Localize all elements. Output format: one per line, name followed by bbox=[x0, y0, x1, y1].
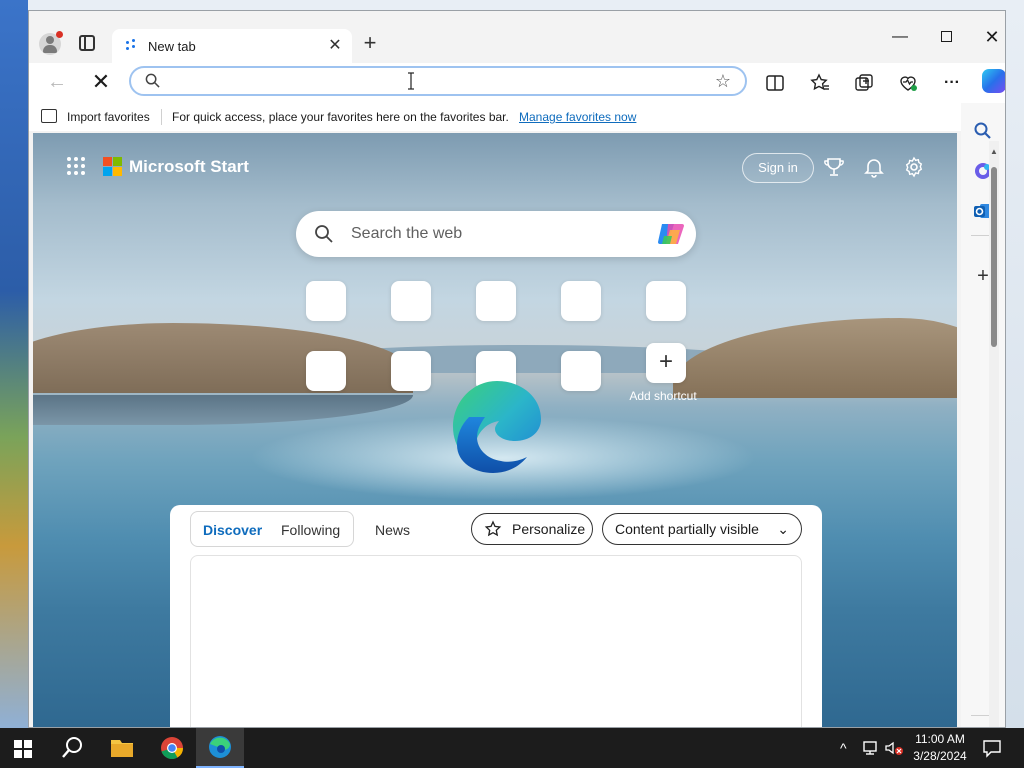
quick-link-tile[interactable] bbox=[306, 281, 346, 321]
close-window-button[interactable]: ✕ bbox=[969, 25, 1005, 49]
quick-link-tile[interactable] bbox=[646, 281, 686, 321]
copilot-icon[interactable] bbox=[982, 69, 1005, 93]
background-shore bbox=[33, 395, 413, 425]
new-tab-button[interactable]: + bbox=[359, 32, 381, 55]
personalize-button[interactable]: Personalize bbox=[471, 513, 593, 545]
search-icon[interactable] bbox=[973, 121, 993, 141]
settings-icon[interactable] bbox=[902, 155, 926, 179]
search-icon bbox=[315, 225, 333, 243]
notification-dot bbox=[56, 31, 63, 38]
quick-link-tile[interactable] bbox=[306, 351, 346, 391]
notifications-icon[interactable] bbox=[982, 738, 1002, 758]
import-favorites-button[interactable]: Import favorites bbox=[67, 110, 150, 124]
microsoft-logo-icon bbox=[103, 157, 123, 177]
text-cursor-icon bbox=[408, 72, 414, 90]
content-visibility-value: Content partially visible bbox=[615, 521, 759, 537]
background-hill-right bbox=[673, 318, 957, 398]
show-hidden-icons-button[interactable]: ^ bbox=[840, 740, 847, 756]
clock-date[interactable]: 3/28/2024 bbox=[905, 749, 975, 763]
stop-loading-button[interactable]: ✕ bbox=[89, 71, 113, 95]
manage-favorites-link[interactable]: Manage favorites now bbox=[519, 110, 636, 124]
background-hill-left bbox=[33, 323, 413, 393]
apps-grid-icon[interactable] bbox=[67, 157, 85, 175]
address-input[interactable] bbox=[171, 71, 691, 91]
edge-logo-icon bbox=[453, 381, 541, 473]
taskbar-search-icon[interactable] bbox=[48, 728, 96, 768]
toolbar: ← ✕ ☆ ··· bbox=[29, 63, 1005, 103]
web-search-box[interactable]: Search the web bbox=[296, 211, 696, 257]
tab-strip: New tab ✕ + — ✕ bbox=[29, 11, 1005, 63]
address-bar[interactable]: ☆ bbox=[129, 66, 747, 96]
volume-muted-icon[interactable] bbox=[884, 740, 904, 756]
search-placeholder: Search the web bbox=[351, 225, 463, 242]
tab-news[interactable]: News bbox=[375, 522, 410, 538]
feed-card-placeholder bbox=[190, 555, 802, 727]
import-favorites-icon[interactable] bbox=[41, 109, 57, 123]
new-tab-favicon-icon bbox=[124, 39, 140, 53]
favorites-icon[interactable] bbox=[808, 71, 832, 95]
browser-essentials-icon[interactable] bbox=[896, 71, 920, 95]
sign-in-button[interactable]: Sign in bbox=[742, 153, 814, 183]
add-favorite-icon[interactable]: ☆ bbox=[715, 71, 731, 91]
maximize-icon bbox=[940, 31, 952, 43]
favorites-bar: Import favorites For quick access, place… bbox=[29, 103, 1005, 131]
search-icon bbox=[145, 73, 160, 88]
edge-logo-icon bbox=[209, 736, 231, 758]
taskbar: ^ 11:00 AM 3/28/2024 bbox=[0, 728, 1024, 768]
feed-tab-group: Discover Following bbox=[190, 511, 354, 547]
microsoft-start-title[interactable]: Microsoft Start bbox=[129, 157, 249, 177]
scroll-up-arrow-icon[interactable]: ▲ bbox=[990, 147, 998, 156]
page-scrollbar[interactable]: ▲ bbox=[989, 141, 999, 727]
chevron-down-icon: ⌄ bbox=[777, 521, 789, 537]
rewards-icon[interactable] bbox=[822, 155, 846, 179]
tab-title: New tab bbox=[148, 39, 196, 54]
settings-and-more-button[interactable]: ··· bbox=[940, 71, 964, 95]
bell-icon[interactable] bbox=[862, 155, 886, 179]
collections-icon[interactable] bbox=[852, 71, 876, 95]
personalize-icon bbox=[484, 520, 502, 537]
news-feed-panel: Discover Following News Personalize Cont… bbox=[170, 505, 822, 727]
tab-following[interactable]: Following bbox=[281, 522, 340, 538]
content-visibility-dropdown[interactable]: Content partially visible ⌄ bbox=[602, 513, 802, 545]
profile-icon[interactable] bbox=[39, 31, 63, 55]
favorites-bar-hint: For quick access, place your favorites h… bbox=[172, 110, 509, 124]
clock-time[interactable]: 11:00 AM bbox=[905, 732, 975, 746]
tab-actions-icon[interactable] bbox=[79, 35, 95, 51]
quick-link-tile[interactable] bbox=[391, 281, 431, 321]
tab-new-tab[interactable]: New tab ✕ bbox=[112, 29, 352, 63]
add-shortcut-label[interactable]: Add shortcut bbox=[623, 389, 703, 403]
desktop-wallpaper-strip bbox=[0, 0, 28, 728]
tab-discover[interactable]: Discover bbox=[203, 522, 262, 538]
split-screen-icon[interactable] bbox=[763, 71, 787, 95]
start-button[interactable] bbox=[14, 740, 32, 758]
quick-link-tile[interactable] bbox=[476, 281, 516, 321]
network-icon[interactable] bbox=[862, 740, 880, 756]
copilot-icon[interactable] bbox=[656, 220, 686, 248]
chrome-icon[interactable] bbox=[148, 728, 196, 768]
personalize-label: Personalize bbox=[512, 521, 586, 537]
new-tab-page: Microsoft Start Sign in Search the web +… bbox=[33, 133, 957, 727]
maximize-button[interactable] bbox=[923, 25, 969, 49]
scrollbar-thumb[interactable] bbox=[991, 167, 997, 347]
quick-link-tile[interactable] bbox=[561, 351, 601, 391]
minimize-button[interactable]: — bbox=[877, 25, 923, 49]
browser-window: New tab ✕ + — ✕ ← ✕ ☆ ··· Import favorit… bbox=[28, 10, 1006, 728]
quick-link-tile[interactable] bbox=[561, 281, 601, 321]
tab-close-button[interactable]: ✕ bbox=[326, 37, 344, 55]
add-shortcut-button[interactable]: + bbox=[646, 343, 686, 383]
divider bbox=[161, 109, 162, 125]
quick-link-tile[interactable] bbox=[391, 351, 431, 391]
edge-taskbar-button[interactable] bbox=[196, 728, 244, 768]
file-explorer-icon[interactable] bbox=[98, 728, 146, 768]
back-button[interactable]: ← bbox=[45, 71, 69, 95]
